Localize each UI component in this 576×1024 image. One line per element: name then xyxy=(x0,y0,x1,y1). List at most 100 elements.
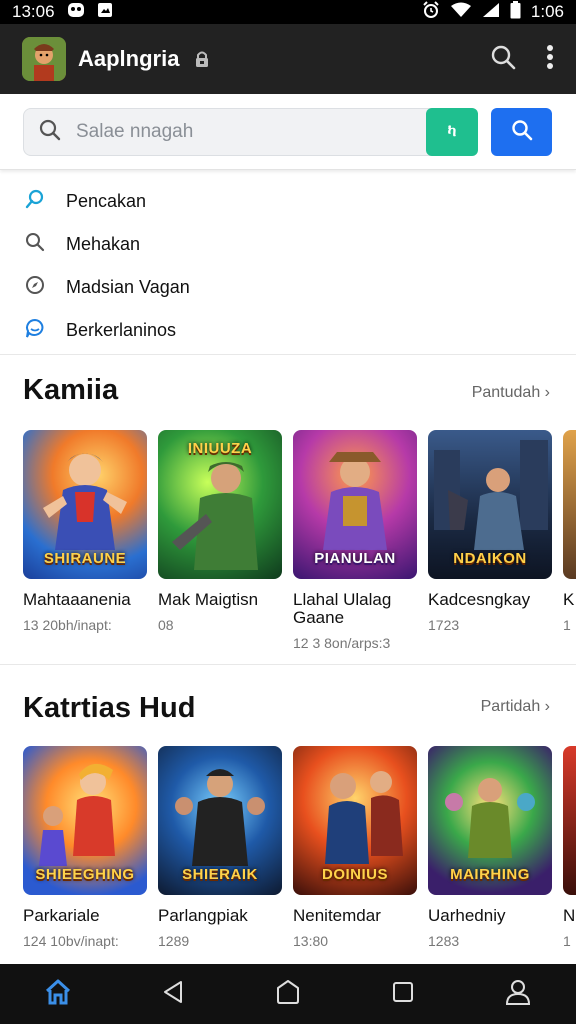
divider xyxy=(0,354,576,355)
thumbnail-text: SHIERAIK xyxy=(182,866,258,883)
section-header: Kamiia Pantudah › xyxy=(0,372,576,412)
suggestion-item[interactable]: Mehakan xyxy=(0,223,576,266)
card-meta: 1723 xyxy=(428,617,460,633)
card-title: Mak Maigtisn xyxy=(158,590,259,609)
suggestion-item[interactable]: Berkerlaninos xyxy=(0,309,576,352)
recents-icon xyxy=(392,981,414,1008)
section-header: Katrtias Hud Partidah › xyxy=(0,690,576,730)
home-circle-icon xyxy=(275,979,301,1010)
home-icon xyxy=(44,978,72,1011)
nav-home-button[interactable] xyxy=(258,964,318,1024)
compass-icon xyxy=(24,274,46,301)
suggestion-list: Pencakan Mehakan Madsian Vagan Berkerlan… xyxy=(0,180,576,352)
bottom-nav-bar xyxy=(0,964,576,1024)
suggestion-label: Madsian Vagan xyxy=(66,277,190,297)
status-time-right: 1:06 xyxy=(530,2,564,21)
nav-back[interactable] xyxy=(143,964,203,1024)
search-placeholder: Salae nnagah xyxy=(76,121,194,142)
chat-icon xyxy=(24,317,46,344)
card-title: Llahal Ulalag Gaane xyxy=(293,590,392,627)
profile-icon xyxy=(505,978,531,1011)
section-more-link[interactable]: Partidah › xyxy=(481,698,550,716)
game-card[interactable]: SHIEEGHING Parkariale 124 10bv/inapt: xyxy=(23,746,147,949)
card-meta: 1 xyxy=(563,617,571,633)
section-title: Kamiia xyxy=(23,374,119,406)
card-meta: 12 3 8on/arps:3 xyxy=(293,635,391,651)
green-action-button[interactable]: ካ xyxy=(426,108,478,156)
search-area: Salae nnagah ካ xyxy=(0,94,576,170)
chevron-right-icon: › xyxy=(544,384,550,401)
card-title: Kadcesngkay xyxy=(428,590,531,609)
signal-icon xyxy=(482,2,500,23)
status-bar: 13:06 1:06 xyxy=(0,0,576,24)
card-row: SHIRAUNE Mahtaaanenia 13 20bh/inapt: INI… xyxy=(23,430,576,660)
app-bar: Aaplngria xyxy=(0,24,576,94)
game-thumbnail xyxy=(563,746,576,895)
more-link-label: Pantudah xyxy=(471,384,541,401)
game-thumbnail: NDAIKON xyxy=(428,430,552,579)
game-card[interactable]: SHIRAUNE Mahtaaanenia 13 20bh/inapt: xyxy=(23,430,147,633)
suggestion-item[interactable]: Pencakan xyxy=(0,180,576,223)
status-time-left: 13:06 xyxy=(12,2,55,21)
game-thumbnail: INIUUZA xyxy=(158,430,282,579)
card-title: N xyxy=(563,906,576,925)
game-thumbnail: DOINIUS xyxy=(293,746,417,895)
face-icon xyxy=(67,2,85,23)
card-meta: 1283 xyxy=(428,933,460,949)
card-meta: 1 xyxy=(563,933,571,949)
game-card[interactable]: N 1 xyxy=(563,746,576,949)
card-meta: 124 10bv/inapt: xyxy=(23,933,119,949)
game-card[interactable]: NDAIKON Kadcesngkay 1723 xyxy=(428,430,552,633)
thumbnail-text: SHIRAUNE xyxy=(43,550,127,567)
suggestion-item[interactable]: Madsian Vagan xyxy=(0,266,576,309)
more-vert-icon[interactable] xyxy=(546,44,554,75)
card-title: Parlangpiak xyxy=(158,906,248,925)
lock-icon xyxy=(193,50,211,68)
back-icon xyxy=(162,980,184,1009)
more-link-label: Partidah xyxy=(480,698,541,715)
search-field-icon xyxy=(38,118,62,147)
game-thumbnail: PIANULAN xyxy=(293,430,417,579)
game-card[interactable]: SHIERAIK Parlangpiak 1289 xyxy=(158,746,282,949)
thumbnail-text: MAIRHING xyxy=(450,866,530,883)
game-card[interactable]: PIANULAN Llahal Ulalag Gaane 12 3 8on/ar… xyxy=(293,430,417,651)
nav-profile[interactable] xyxy=(488,964,548,1024)
card-meta: 1289 xyxy=(158,933,190,949)
chevron-right-icon: › xyxy=(544,698,550,715)
search-icon xyxy=(24,188,46,215)
card-title: Uarhedniy xyxy=(428,906,506,925)
search-icon xyxy=(511,119,533,146)
thumbnail-text: DOINIUS xyxy=(321,866,388,883)
section-more-link[interactable]: Pantudah › xyxy=(472,384,550,402)
card-title: Nenitemdar xyxy=(293,906,381,925)
nav-recents[interactable] xyxy=(373,964,433,1024)
thumbnail-text: PIANULAN xyxy=(314,550,396,567)
thumbnail-text: INIUUZA xyxy=(187,440,253,457)
card-meta: 13:80 xyxy=(293,933,329,949)
card-row: SHIEEGHING Parkariale 124 10bv/inapt: SH… xyxy=(23,746,576,976)
card-title: K xyxy=(563,590,575,609)
section-title: Katrtias Hud xyxy=(23,692,196,724)
search-submit-button[interactable] xyxy=(491,108,552,156)
game-thumbnail: SHIRAUNE xyxy=(23,430,147,579)
suggestion-label: Berkerlaninos xyxy=(66,320,177,340)
search-icon[interactable] xyxy=(490,44,516,75)
search-input[interactable]: Salae nnagah xyxy=(23,108,478,156)
alarm-icon xyxy=(422,0,440,24)
nav-home[interactable] xyxy=(28,964,88,1024)
app-title: Aaplngria xyxy=(78,46,180,71)
battery-icon xyxy=(510,0,521,24)
green-button-label: ካ xyxy=(447,123,457,140)
card-meta: 08 xyxy=(158,617,174,633)
game-thumbnail: MAIRHING xyxy=(428,746,552,895)
game-card[interactable]: DOINIUS Nenitemdar 13:80 xyxy=(293,746,417,949)
wifi-icon xyxy=(450,2,472,23)
suggestion-label: Pencakan xyxy=(66,191,147,211)
game-card[interactable]: K 1 xyxy=(563,430,576,633)
card-title: Mahtaaanenia xyxy=(23,590,131,609)
app-logo[interactable] xyxy=(22,37,66,81)
thumbnail-text: SHIEEGHING xyxy=(35,866,135,883)
game-card[interactable]: INIUUZA Mak Maigtisn 08 xyxy=(158,430,282,633)
search-icon xyxy=(24,231,46,258)
game-card[interactable]: MAIRHING Uarhedniy 1283 xyxy=(428,746,552,949)
